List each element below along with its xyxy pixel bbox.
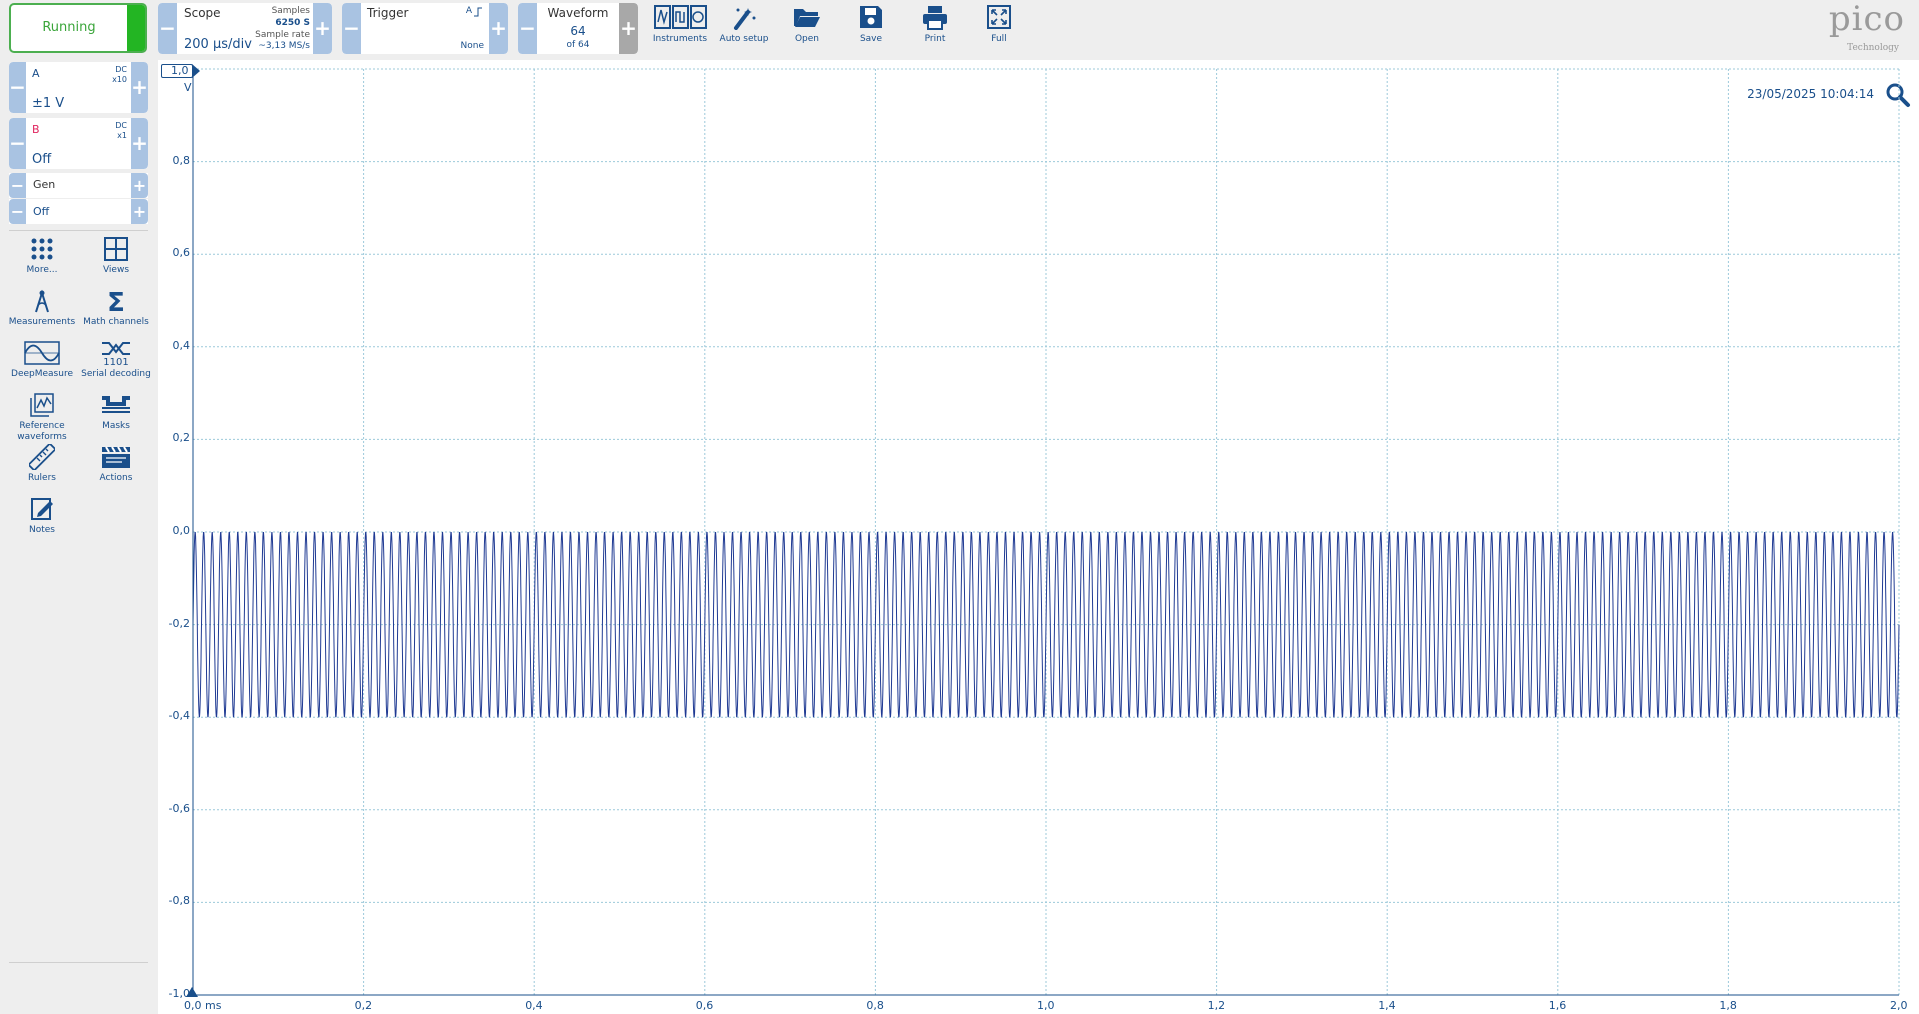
y-axis-scale-handle[interactable]: 1,0	[161, 64, 193, 78]
x-tick-label: 1,6	[1548, 999, 1567, 1012]
x-tick-label: 1,2	[1207, 999, 1226, 1012]
y-tick-label: 0,0	[172, 524, 191, 537]
y-tick-label: 0,6	[172, 246, 191, 260]
y-tick-label: 0,4	[172, 338, 191, 352]
y-tick-label: 0,8	[172, 153, 191, 167]
y-unit: V	[184, 81, 192, 94]
y-tick-label: -0,4	[168, 709, 190, 723]
x-tick-label: 0,2	[354, 999, 373, 1012]
waveform-chart	[192, 68, 1900, 996]
channel-a-offset-marker-icon[interactable]	[192, 64, 200, 78]
x-tick-label: 1,0	[1037, 999, 1055, 1012]
grid-lines	[192, 68, 1900, 996]
trigger-marker-icon[interactable]	[186, 987, 198, 999]
x-tick-label: 0,6	[695, 999, 714, 1012]
y-tick-label: -0,8	[168, 894, 190, 908]
y-tick-label: -0,6	[168, 801, 190, 815]
x-tick-label: 2,0	[1890, 999, 1908, 1012]
y-top-label: 1,0	[171, 64, 189, 77]
x-tick-label: 1,4	[1378, 999, 1396, 1012]
x-tick-label: 0,0 ms	[184, 999, 222, 1012]
x-tick-label: 0,8	[866, 999, 884, 1012]
x-tick-label: 1,8	[1719, 999, 1737, 1012]
y-tick-label: 0,2	[172, 431, 191, 445]
x-tick-label: 0,4	[525, 999, 543, 1012]
y-tick-label: -0,2	[168, 616, 190, 630]
